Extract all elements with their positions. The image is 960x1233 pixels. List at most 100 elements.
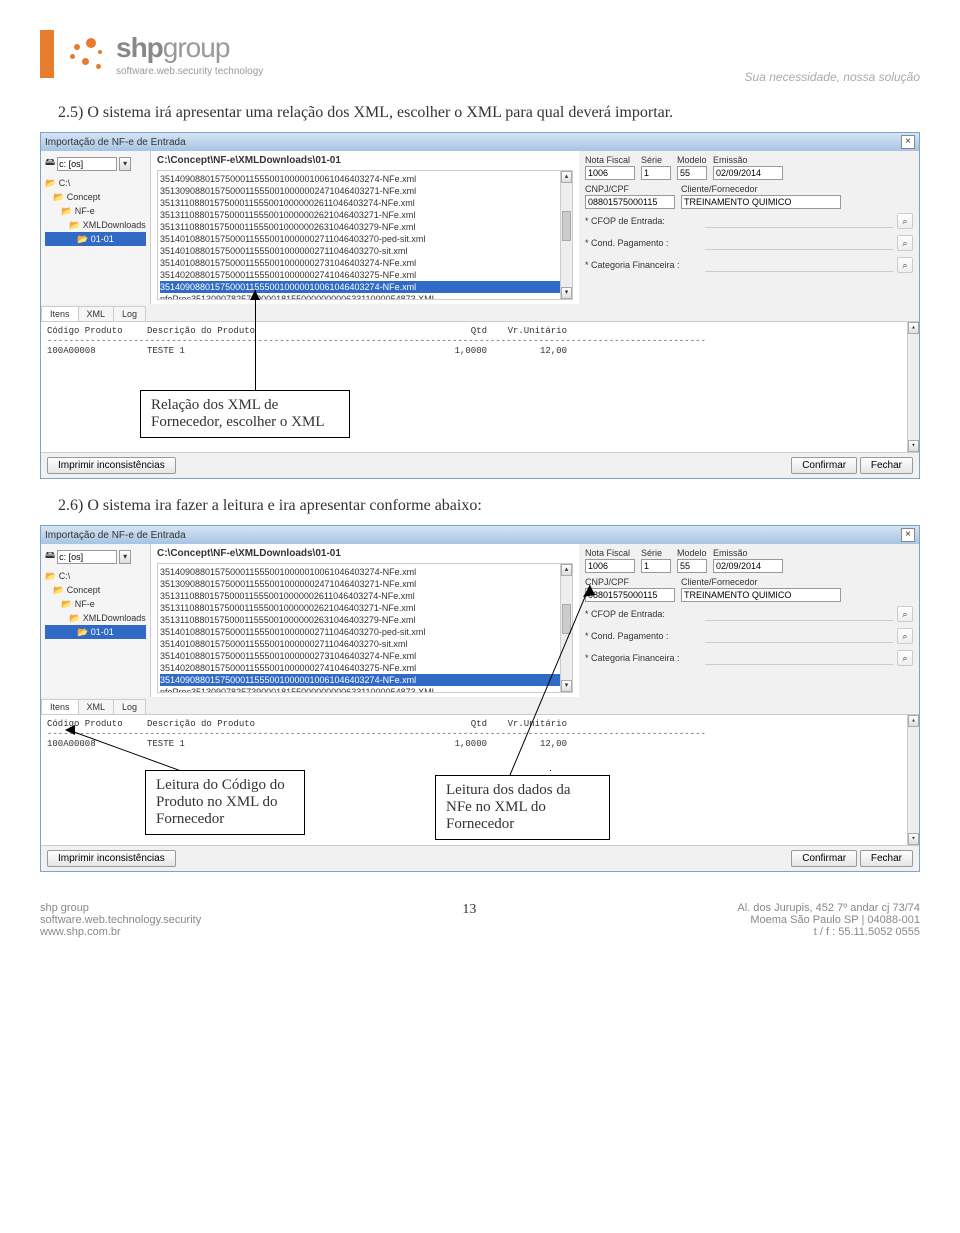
file-row[interactable]: 3513110880157500011555001000000263104640… <box>160 614 570 626</box>
print-inconsistencies-button[interactable]: Imprimir inconsistências <box>47 457 176 474</box>
tab-itens[interactable]: Itens <box>41 699 79 714</box>
lookup-cat-icon[interactable]: ⌕ <box>897 650 913 666</box>
lookup-cfop-icon[interactable]: ⌕ <box>897 213 913 229</box>
nf-input[interactable] <box>585 166 635 180</box>
file-row[interactable]: 3514010880157500011555001000000271104640… <box>160 638 570 650</box>
serie-input[interactable] <box>641 166 671 180</box>
cond-field[interactable] <box>705 629 893 643</box>
tab-itens[interactable]: Itens <box>41 306 79 321</box>
scroll-thumb[interactable] <box>562 604 571 634</box>
footer-url: www.shp.com.br <box>40 926 201 938</box>
file-row[interactable]: 3514010880157500011555001000000271104640… <box>160 626 570 638</box>
file-list-scrollbar[interactable]: ▴ ▾ <box>560 171 572 299</box>
cnpj-input[interactable] <box>585 588 675 602</box>
file-row[interactable]: 3513090880157500011555001000000247104640… <box>160 185 570 197</box>
drive-select[interactable] <box>57 157 117 171</box>
grid-header-vr: Vr.Unitário <box>487 719 587 729</box>
emissao-input[interactable] <box>713 166 783 180</box>
scroll-up-icon[interactable]: ▴ <box>908 322 919 334</box>
print-inconsistencies-button[interactable]: Imprimir inconsistências <box>47 850 176 867</box>
file-row[interactable]: 3513090880157500011555001000000247104640… <box>160 578 570 590</box>
file-row[interactable]: 3514020880157500011555001000000274104640… <box>160 662 570 674</box>
close-button[interactable]: Fechar <box>860 850 913 867</box>
confirm-button[interactable]: Confirmar <box>791 850 857 867</box>
file-row[interactable]: nfeProc351309078257390001815500000000063… <box>160 686 570 693</box>
emissao-input[interactable] <box>713 559 783 573</box>
drive-icon: 🖴 <box>45 548 55 565</box>
file-list-scrollbar[interactable]: ▴ ▾ <box>560 564 572 692</box>
grid-scrollbar[interactable]: ▴▾ <box>907 715 919 845</box>
cnpj-input[interactable] <box>585 195 675 209</box>
cliente-input[interactable] <box>681 588 841 602</box>
scroll-up-icon[interactable]: ▴ <box>908 715 919 727</box>
drive-dropdown-icon[interactable]: ▾ <box>119 550 131 564</box>
nf-input[interactable] <box>585 559 635 573</box>
tree-node-0101[interactable]: 01-01 <box>45 232 146 246</box>
tree-node-c[interactable]: C:\ <box>45 176 146 190</box>
cond-field[interactable] <box>705 236 893 250</box>
file-row[interactable]: 3514010880157500011555001000000271104640… <box>160 233 570 245</box>
modelo-input[interactable] <box>677 559 707 573</box>
folder-tree-pane: 🖴 ▾ C:\ Concept NF-e XMLDownloads 01-01 <box>41 151 151 304</box>
grid-row[interactable]: 100A00008 TESTE 1 1,0000 12,00 <box>47 739 913 749</box>
file-row[interactable]: 3514020880157500011555001000000274104640… <box>160 269 570 281</box>
tree-node-nfe[interactable]: NF-e <box>45 597 146 611</box>
tree-node-c[interactable]: C:\ <box>45 569 146 583</box>
logo-dots-icon <box>68 34 108 74</box>
cfop-field[interactable] <box>705 214 893 228</box>
grid-row[interactable]: 100A00008 TESTE 1 1,0000 12,00 <box>47 346 913 356</box>
file-row[interactable]: 3513110880157500011555001000000262104640… <box>160 602 570 614</box>
tab-xml[interactable]: XML <box>78 306 115 321</box>
tree-node-xmldownloads[interactable]: XMLDownloads <box>45 611 146 625</box>
xml-file-list[interactable]: 3514090880157500011555001000001006104640… <box>157 563 573 693</box>
file-row[interactable]: nfeProc351309078257390001815500000000063… <box>160 293 570 300</box>
scroll-down-icon[interactable]: ▾ <box>561 287 572 299</box>
close-button[interactable]: Fechar <box>860 457 913 474</box>
scroll-up-icon[interactable]: ▴ <box>561 171 572 183</box>
lookup-cond-icon[interactable]: ⌕ <box>897 628 913 644</box>
scroll-down-icon[interactable]: ▾ <box>908 833 919 845</box>
file-row-selected[interactable]: 3514090880157500011555001000001006104640… <box>160 281 570 293</box>
tagline: Sua necessidade, nossa solução <box>745 70 920 84</box>
file-row[interactable]: 3514010880157500011555001000000271104640… <box>160 245 570 257</box>
grid-cell-codigo: 100A00008 <box>47 346 147 356</box>
drive-dropdown-icon[interactable]: ▾ <box>119 157 131 171</box>
serie-input[interactable] <box>641 559 671 573</box>
drive-select[interactable] <box>57 550 117 564</box>
file-row[interactable]: 3514010880157500011555001000000273104640… <box>160 650 570 662</box>
file-row-selected[interactable]: 3514090880157500011555001000001006104640… <box>160 674 570 686</box>
file-row[interactable]: 3513110880157500011555001000000261104640… <box>160 590 570 602</box>
modelo-input[interactable] <box>677 166 707 180</box>
file-row[interactable]: 3514090880157500011555001000001006104640… <box>160 566 570 578</box>
cliente-input[interactable] <box>681 195 841 209</box>
close-icon[interactable]: × <box>901 135 915 149</box>
file-row[interactable]: 3513110880157500011555001000000263104640… <box>160 221 570 233</box>
scroll-up-icon[interactable]: ▴ <box>561 564 572 576</box>
tree-node-concept[interactable]: Concept <box>45 583 146 597</box>
cat-field[interactable] <box>705 651 893 665</box>
lookup-cat-icon[interactable]: ⌕ <box>897 257 913 273</box>
tree-node-0101[interactable]: 01-01 <box>45 625 146 639</box>
tab-log[interactable]: Log <box>113 306 146 321</box>
file-row[interactable]: 3513110880157500011555001000000262104640… <box>160 209 570 221</box>
tree-node-concept[interactable]: Concept <box>45 190 146 204</box>
file-row[interactable]: 3513110880157500011555001000000261104640… <box>160 197 570 209</box>
scroll-down-icon[interactable]: ▾ <box>908 440 919 452</box>
file-row[interactable]: 3514090880157500011555001000001006104640… <box>160 173 570 185</box>
lookup-cond-icon[interactable]: ⌕ <box>897 235 913 251</box>
scroll-thumb[interactable] <box>562 211 571 241</box>
tree-node-nfe[interactable]: NF-e <box>45 204 146 218</box>
close-icon[interactable]: × <box>901 528 915 542</box>
confirm-button[interactable]: Confirmar <box>791 457 857 474</box>
cfop-field[interactable] <box>705 607 893 621</box>
tab-xml[interactable]: XML <box>78 699 115 714</box>
tab-log[interactable]: Log <box>113 699 146 714</box>
cat-field[interactable] <box>705 258 893 272</box>
file-row[interactable]: 3514010880157500011555001000000273104640… <box>160 257 570 269</box>
scroll-down-icon[interactable]: ▾ <box>561 680 572 692</box>
lookup-cfop-icon[interactable]: ⌕ <box>897 606 913 622</box>
xml-file-list[interactable]: 3514090880157500011555001000001006104640… <box>157 170 573 300</box>
screenshot-1-wrap: Importação de NF-e de Entrada × 🖴 ▾ C:\ … <box>40 132 920 479</box>
tree-node-xmldownloads[interactable]: XMLDownloads <box>45 218 146 232</box>
grid-scrollbar[interactable]: ▴▾ <box>907 322 919 452</box>
